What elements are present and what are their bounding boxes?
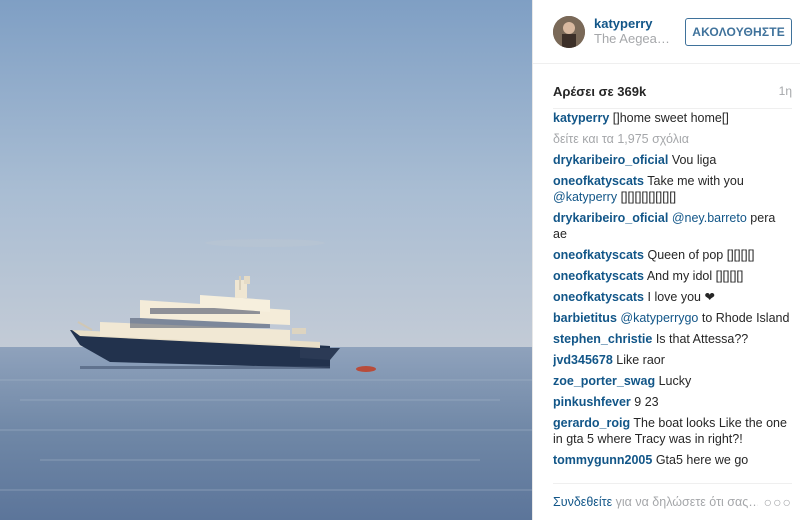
likes-row: Αρέσει σε 369k 1η <box>553 64 792 109</box>
comment-text: Like raor <box>616 353 665 367</box>
yacht-photo <box>0 0 532 520</box>
header-location[interactable]: The Aegea… <box>594 31 674 47</box>
comment-list: katyperry []home sweet home[] δείτε και … <box>553 110 792 484</box>
list-item: oneofkatyscats I love you ❤ <box>553 289 792 305</box>
view-all-comments-link[interactable]: δείτε και τα 1,975 σχόλια <box>553 131 792 147</box>
list-item: tommygunn2005 Gta5 here we go <box>553 452 792 468</box>
list-item: barbietitus @katyperrygo to Rhode Island <box>553 310 792 326</box>
comment-text: And my idol [][][][] <box>646 269 744 283</box>
comment-username[interactable]: tommygunn2005 <box>553 453 652 467</box>
post-time[interactable]: 1η <box>779 84 792 98</box>
likes-count[interactable]: Αρέσει σε 369k <box>553 84 646 99</box>
list-item: oneofkatyscats And my idol [][][][] <box>553 268 792 284</box>
tender-boat <box>356 366 376 372</box>
list-item: drykaribeiro_oficial @ney.barreto pera a… <box>553 210 792 242</box>
list-item: zoe_porter_swag Lucky <box>553 373 792 389</box>
comment-username[interactable]: zoe_porter_swag <box>553 374 655 388</box>
comment-username[interactable]: drykaribeiro_oficial <box>553 153 668 167</box>
comment-text: Gta5 here we go <box>655 453 749 467</box>
comment-text: Lucky <box>658 374 692 388</box>
follow-button[interactable]: ΑΚΟΛΟΥΘΗΣΤΕ <box>685 17 792 46</box>
list-item: gerardo_roig The boat looks Like the one… <box>553 415 792 447</box>
comment-username[interactable]: stephen_christie <box>553 332 652 346</box>
list-item: jvd345678 Like raor <box>553 352 792 368</box>
comment-text: I love you ❤ <box>647 290 715 304</box>
comment-username[interactable]: drykaribeiro_oficial <box>553 211 668 225</box>
post-sidebar: katyperry The Aegea… ΑΚΟΛΟΥΘΗΣΤΕ Αρέσει … <box>532 0 800 520</box>
post-header: katyperry The Aegea… ΑΚΟΛΟΥΘΗΣΤΕ <box>533 0 800 64</box>
list-item: oneofkatyscats Take me with you @katyper… <box>553 173 792 205</box>
login-prompt: Συνδεθείτε για να δηλώσετε ότι σας… <box>553 495 758 509</box>
header-text: katyperry The Aegea… <box>594 16 685 47</box>
comment-text: Vou liga <box>671 153 717 167</box>
login-footer: Συνδεθείτε για να δηλώσετε ότι σας… ○○○ <box>553 483 792 520</box>
comment-username[interactable]: oneofkatyscats <box>553 290 644 304</box>
comment-username[interactable]: oneofkatyscats <box>553 174 644 188</box>
list-item: oneofkatyscats Queen of pop [][][][] <box>553 247 792 263</box>
list-item: drykaribeiro_oficial Vou liga <box>553 152 792 168</box>
comment-text: Queen of pop [][][][] <box>647 248 755 262</box>
comment-username[interactable]: oneofkatyscats <box>553 269 644 283</box>
comment-mention[interactable]: @ney.barreto <box>672 211 747 225</box>
avatar[interactable] <box>553 15 585 48</box>
comment-username[interactable]: gerardo_roig <box>553 416 630 430</box>
header-username[interactable]: katyperry <box>594 16 685 31</box>
comment-text: Is that Attessa?? <box>655 332 749 346</box>
comment-text: 9 23 <box>634 395 659 409</box>
comment-text: Take me with you <box>647 174 744 188</box>
ellipsis-icon[interactable]: ○○○ <box>758 494 792 510</box>
login-link[interactable]: Συνδεθείτε <box>553 495 612 509</box>
comment-mention[interactable]: @katyperrygo <box>620 311 698 325</box>
login-prompt-text: για να δηλώσετε ότι σας… <box>612 495 758 509</box>
list-item: stephen_christie Is that Attessa?? <box>553 331 792 347</box>
comment-username[interactable]: oneofkatyscats <box>553 248 644 262</box>
comment-text-after: [][][][][][][][] <box>620 190 677 204</box>
post-photo[interactable] <box>0 0 532 520</box>
caption-text: []home sweet home[] <box>612 111 729 125</box>
list-item: pinkushfever 9 23 <box>553 394 792 410</box>
comment-username[interactable]: barbietitus <box>553 311 617 325</box>
post-viewer: katyperry The Aegea… ΑΚΟΛΟΥΘΗΣΤΕ Αρέσει … <box>0 0 800 520</box>
caption-username[interactable]: katyperry <box>553 111 609 125</box>
comment-username[interactable]: jvd345678 <box>553 353 613 367</box>
comment-mention[interactable]: @katyperry <box>553 190 617 204</box>
caption: katyperry []home sweet home[] <box>553 110 792 126</box>
comment-text-after: to Rhode Island <box>701 311 790 325</box>
comment-username[interactable]: pinkushfever <box>553 395 631 409</box>
